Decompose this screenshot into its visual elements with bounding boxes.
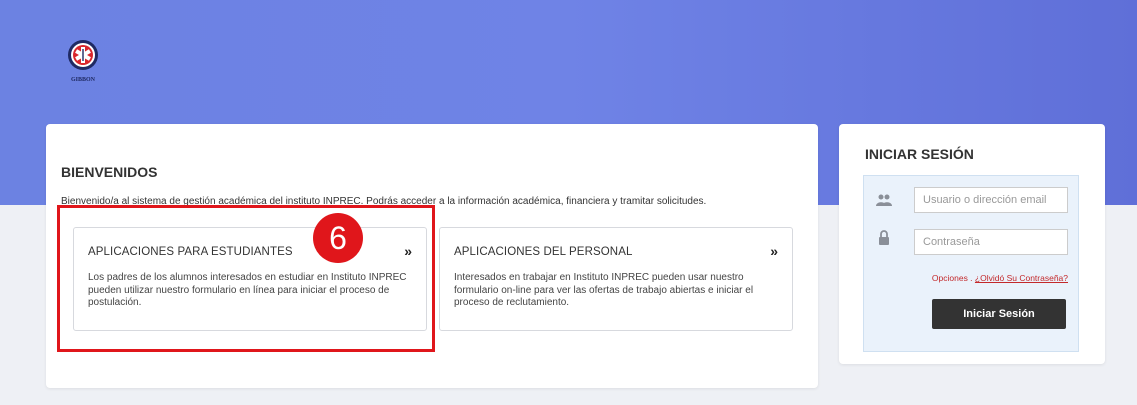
users-icon: [876, 193, 892, 209]
staff-applications-card[interactable]: APLICACIONES DEL PERSONAL » Interesados …: [439, 227, 793, 331]
logo-text: GIBBON: [70, 77, 95, 83]
options-label: Opciones .: [931, 273, 973, 283]
annotation-highlight-box: [57, 205, 435, 352]
school-logo[interactable]: GIBBON: [60, 37, 106, 93]
annotation-step-badge: 6: [313, 213, 363, 263]
staff-applications-title[interactable]: APLICACIONES DEL PERSONAL: [454, 246, 632, 258]
staff-applications-description: Interesados en trabajar en Instituto INP…: [454, 272, 754, 308]
welcome-title: BIENVENIDOS: [61, 164, 158, 180]
login-options: Opciones . ¿Olvidó Su Contraseña?: [932, 273, 1068, 283]
medical-star-logo-icon: [68, 40, 98, 70]
lock-icon: [876, 230, 892, 246]
username-input[interactable]: [914, 187, 1068, 213]
login-form: Opciones . ¿Olvidó Su Contraseña? Inicia…: [863, 175, 1079, 352]
forgot-password-link[interactable]: ¿Olvidó Su Contraseña?: [975, 273, 1068, 283]
login-submit-button[interactable]: Iniciar Sesión: [932, 299, 1066, 329]
password-input[interactable]: [914, 229, 1068, 255]
double-chevron-right-icon[interactable]: »: [770, 243, 778, 259]
login-card: INICIAR SESIÓN Opciones . ¿Olvidó Su Con…: [839, 124, 1105, 364]
login-title: INICIAR SESIÓN: [865, 146, 974, 162]
